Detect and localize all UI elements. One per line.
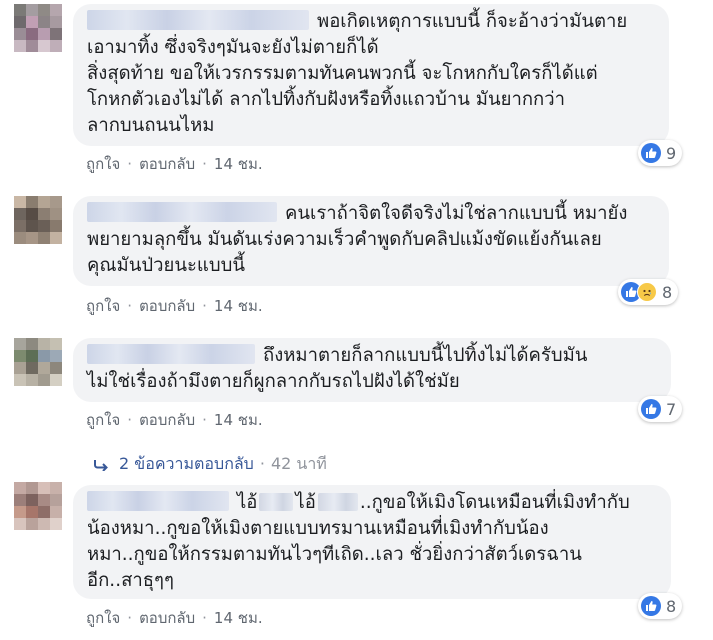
- reply-link[interactable]: ตอบกลับ: [139, 609, 195, 627]
- comment-time[interactable]: 14 ชม.: [214, 155, 263, 173]
- reaction-summary[interactable]: 9: [638, 140, 683, 166]
- comment-text-line: สิ่งสุดท้าย ขอให้เวรกรรมตามทันคนพวกนี้ จ…: [87, 63, 598, 84]
- comment-text-line: คุณมันป่วยนะแบบนี้: [87, 255, 245, 276]
- comment-text: ไอ้ ไอ้ ..กูขอให้เมิงโดนเหมือนที่เมิงทำกับ: [87, 490, 657, 516]
- avatar[interactable]: [14, 4, 62, 52]
- comment-text: พอเกิดเหตุการแบบนี้ ก็จะอ้างว่ามันตาย: [87, 9, 655, 35]
- reply-arrow-icon: [93, 456, 109, 475]
- commenter-name[interactable]: [87, 344, 255, 364]
- commenter-name[interactable]: [87, 202, 277, 222]
- like-icon: [641, 596, 661, 616]
- comment-actions: ถูกใจ · ตอบกลับ · 14 ชม.: [86, 408, 263, 432]
- comment-bubble: พอเกิดเหตุการแบบนี้ ก็จะอ้างว่ามันตาย เอ…: [73, 4, 669, 146]
- like-icon: [641, 143, 661, 163]
- separator-dot: ·: [202, 609, 207, 627]
- comment-actions: ถูกใจ · ตอบกลับ · 14 ชม.: [86, 606, 263, 630]
- like-link[interactable]: ถูกใจ: [86, 155, 120, 173]
- comment-text-line: พยายามลุกขึ้น มันดันเร่งความเร็วคำพูดกับ…: [87, 229, 602, 250]
- separator-dot: ·: [127, 609, 133, 627]
- comment-bubble: ไอ้ ไอ้ ..กูขอให้เมิงโดนเหมือนที่เมิงทำกับ…: [73, 485, 671, 599]
- comment-text-line: ลากบนถนนไหม: [87, 115, 215, 136]
- separator-dot: ·: [127, 297, 133, 315]
- comment-text-line: น้องหมา..กูขอให้เมิงตายแบบทรมานเหมือนที่…: [87, 518, 549, 539]
- redacted-text: [259, 493, 294, 511]
- comment-time[interactable]: 14 ชม.: [214, 609, 263, 627]
- like-icon: [641, 399, 661, 419]
- reaction-count: 8: [662, 282, 673, 302]
- avatar[interactable]: [14, 196, 62, 244]
- comment-text-line: โกหกตัวเองไม่ได้ ลากไปทิ้งกับฝังหรือทิ้ง…: [87, 89, 566, 110]
- like-link[interactable]: ถูกใจ: [86, 609, 120, 627]
- comment-text: ถึงหมาตายก็ลากแบบนี้ไปทิ้งไม่ได้ครับมัน: [87, 343, 657, 369]
- comment-text-line: เอามาทิ้ง ซึ่งจริงๆมันจะยังไม่ตายก็ได้: [87, 37, 379, 58]
- commenter-name[interactable]: [87, 10, 309, 30]
- view-replies-link[interactable]: 2 ข้อความตอบกลับ · 42 นาที: [93, 452, 327, 477]
- comment-text-line: ไม่ใช่เรื่องถ้ามึงตายก็ผูกลากกับรถไปฝังไ…: [87, 371, 460, 392]
- separator-dot: ·: [127, 411, 133, 429]
- comment-bubble: คนเราถ้าจิตใจดีจริงไม่ใช่ลากแบบนี้ หมายั…: [73, 196, 669, 286]
- reaction-summary[interactable]: 8: [618, 279, 679, 305]
- reaction-summary[interactable]: 8: [638, 593, 683, 619]
- reaction-summary[interactable]: 7: [638, 396, 683, 422]
- commenter-name[interactable]: [87, 491, 229, 511]
- separator-dot: ·: [202, 155, 207, 173]
- comment-text-line: หมา..กูขอให้กรรมตามทันไวๆทีเถิด..เลว ชั่…: [87, 544, 582, 565]
- reply-link[interactable]: ตอบกลับ: [139, 297, 195, 315]
- reaction-count: 8: [666, 596, 677, 616]
- like-link[interactable]: ถูกใจ: [86, 297, 120, 315]
- comment-time[interactable]: 14 ชม.: [214, 411, 263, 429]
- redacted-text: [317, 493, 358, 511]
- reaction-count: 9: [666, 143, 677, 163]
- comment-actions: ถูกใจ · ตอบกลับ · 14 ชม.: [86, 152, 263, 176]
- separator-dot: ·: [202, 411, 207, 429]
- comment-text-line: อีก..สาธุๆๆ: [87, 570, 174, 591]
- reply-link[interactable]: ตอบกลับ: [139, 155, 195, 173]
- separator-dot: ·: [202, 297, 207, 315]
- separator-dot: ·: [127, 155, 133, 173]
- avatar[interactable]: [14, 338, 62, 386]
- separator-dot: ·: [259, 454, 265, 473]
- comment-actions: ถูกใจ · ตอบกลับ · 14 ชม.: [86, 294, 263, 318]
- sad-icon: [637, 282, 657, 302]
- avatar[interactable]: [14, 482, 62, 530]
- comment-text: คนเราถ้าจิตใจดีจริงไม่ใช่ลากแบบนี้ หมายั…: [87, 201, 655, 227]
- like-link[interactable]: ถูกใจ: [86, 411, 120, 429]
- comment-time[interactable]: 14 ชม.: [214, 297, 263, 315]
- comment-bubble: ถึงหมาตายก็ลากแบบนี้ไปทิ้งไม่ได้ครับมัน …: [73, 338, 671, 402]
- replies-time: 42 นาที: [270, 454, 327, 473]
- reply-link[interactable]: ตอบกลับ: [139, 411, 195, 429]
- replies-label[interactable]: 2 ข้อความตอบกลับ: [119, 454, 254, 473]
- reaction-count: 7: [666, 399, 677, 419]
